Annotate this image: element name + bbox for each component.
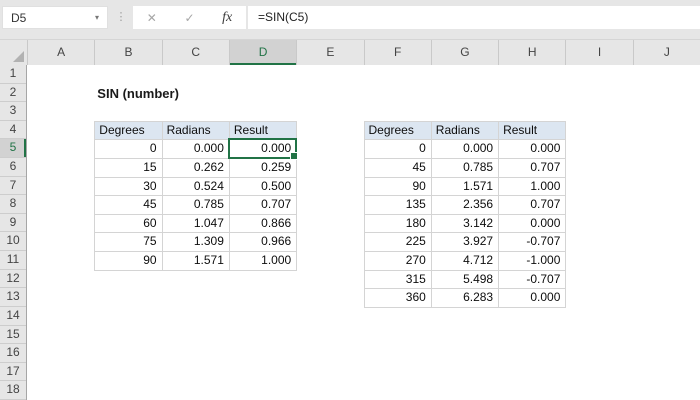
table-cell[interactable]: 1.571 bbox=[432, 178, 499, 197]
table-cell[interactable]: 225 bbox=[365, 233, 432, 252]
table-cell[interactable]: 1.047 bbox=[163, 215, 230, 234]
cancel-icon[interactable]: ✕ bbox=[137, 11, 167, 25]
table-cell[interactable]: -1.000 bbox=[499, 252, 566, 271]
select-all-corner[interactable] bbox=[0, 40, 27, 65]
table-cell[interactable]: 0.000 bbox=[432, 140, 499, 159]
row-header-5[interactable]: 5 bbox=[0, 139, 26, 158]
sin-table-0-360: DegreesRadiansResult00.0000.000450.7850.… bbox=[364, 121, 567, 308]
table-cell[interactable]: 0.000 bbox=[230, 140, 297, 159]
table-cell[interactable]: 0.785 bbox=[163, 196, 230, 215]
table-cell[interactable]: 315 bbox=[365, 271, 432, 290]
row-header-1[interactable]: 1 bbox=[0, 65, 26, 84]
table-cell[interactable]: 0.000 bbox=[499, 215, 566, 234]
formula-buttons: ✕ ✓ fx bbox=[133, 6, 246, 29]
row-header-10[interactable]: 10 bbox=[0, 232, 26, 251]
table-header-cell[interactable]: Radians bbox=[163, 122, 230, 141]
row-header-2[interactable]: 2 bbox=[0, 84, 26, 103]
column-header-J[interactable]: J bbox=[633, 40, 700, 65]
table-cell[interactable]: 1.000 bbox=[230, 252, 297, 271]
row-header-14[interactable]: 14 bbox=[0, 307, 26, 326]
table-header-cell[interactable]: Degrees bbox=[95, 122, 162, 141]
table-cell[interactable]: 360 bbox=[365, 289, 432, 308]
table-cell[interactable]: 45 bbox=[365, 159, 432, 178]
row-headers: 123456789101112131415161718 bbox=[0, 65, 27, 400]
insert-function-icon[interactable]: fx bbox=[212, 10, 242, 26]
table-cell[interactable]: 2.356 bbox=[432, 196, 499, 215]
table-cell[interactable]: 1.571 bbox=[163, 252, 230, 271]
table-cell[interactable]: 0 bbox=[95, 140, 162, 159]
table-cell[interactable]: 0.707 bbox=[230, 196, 297, 215]
table-cell[interactable]: 6.283 bbox=[432, 289, 499, 308]
column-header-C[interactable]: C bbox=[162, 40, 229, 65]
column-header-F[interactable]: F bbox=[364, 40, 431, 65]
column-header-B[interactable]: B bbox=[94, 40, 161, 65]
table-cell[interactable]: 4.712 bbox=[432, 252, 499, 271]
table-cell[interactable]: 0.524 bbox=[163, 178, 230, 197]
more-options-icon[interactable]: ⋮ bbox=[114, 6, 128, 29]
name-box[interactable]: D5 ▾ bbox=[2, 6, 108, 29]
table-cell[interactable]: 30 bbox=[95, 178, 162, 197]
table-cell[interactable]: 3.927 bbox=[432, 233, 499, 252]
row-header-18[interactable]: 18 bbox=[0, 381, 26, 400]
column-header-D[interactable]: D bbox=[229, 40, 296, 65]
table-cell[interactable]: 270 bbox=[365, 252, 432, 271]
table-cell[interactable]: 0.259 bbox=[230, 159, 297, 178]
column-header-E[interactable]: E bbox=[296, 40, 363, 65]
column-headers: ABCDEFGHIJ bbox=[0, 39, 700, 66]
table-cell[interactable]: 0.707 bbox=[499, 159, 566, 178]
table-cell[interactable]: 0.262 bbox=[163, 159, 230, 178]
table-cell[interactable]: 135 bbox=[365, 196, 432, 215]
name-box-dropdown-icon[interactable]: ▾ bbox=[87, 13, 107, 22]
row-header-4[interactable]: 4 bbox=[0, 121, 26, 140]
sin-table-0-90: DegreesRadiansResult00.0000.000150.2620.… bbox=[94, 121, 297, 271]
table-cell[interactable]: 180 bbox=[365, 215, 432, 234]
table-cell[interactable]: 90 bbox=[365, 178, 432, 197]
row-header-15[interactable]: 15 bbox=[0, 326, 26, 345]
column-header-I[interactable]: I bbox=[565, 40, 632, 65]
row-header-17[interactable]: 17 bbox=[0, 363, 26, 382]
row-header-7[interactable]: 7 bbox=[0, 177, 26, 196]
table-cell[interactable]: 0.000 bbox=[499, 140, 566, 159]
table-cell[interactable]: 0.785 bbox=[432, 159, 499, 178]
table-cell[interactable]: 60 bbox=[95, 215, 162, 234]
table-header-cell[interactable]: Result bbox=[499, 122, 566, 141]
table-cell[interactable]: 3.142 bbox=[432, 215, 499, 234]
table-cell[interactable]: 15 bbox=[95, 159, 162, 178]
fill-handle[interactable] bbox=[290, 152, 298, 160]
table-cell[interactable]: 75 bbox=[95, 233, 162, 252]
row-header-13[interactable]: 13 bbox=[0, 288, 26, 307]
table-cell[interactable]: 1.000 bbox=[499, 178, 566, 197]
table-header-cell[interactable]: Degrees bbox=[365, 122, 432, 141]
row-header-8[interactable]: 8 bbox=[0, 195, 26, 214]
formula-input[interactable]: =SIN(C5) bbox=[248, 6, 700, 29]
table-cell[interactable]: 0.000 bbox=[499, 289, 566, 308]
row-header-9[interactable]: 9 bbox=[0, 214, 26, 233]
enter-icon[interactable]: ✓ bbox=[174, 11, 204, 25]
table-cell[interactable]: 0 bbox=[365, 140, 432, 159]
table-cell[interactable]: 0.966 bbox=[230, 233, 297, 252]
row-header-12[interactable]: 12 bbox=[0, 270, 26, 289]
table-cell[interactable]: 0.707 bbox=[499, 196, 566, 215]
name-box-value: D5 bbox=[3, 11, 87, 25]
table-cell[interactable]: 45 bbox=[95, 196, 162, 215]
column-header-A[interactable]: A bbox=[27, 40, 94, 65]
table-cell[interactable]: 5.498 bbox=[432, 271, 499, 290]
table-cell[interactable]: 90 bbox=[95, 252, 162, 271]
column-header-H[interactable]: H bbox=[498, 40, 565, 65]
table-cell[interactable]: -0.707 bbox=[499, 271, 566, 290]
row-header-3[interactable]: 3 bbox=[0, 102, 26, 121]
table-cell[interactable]: -0.707 bbox=[499, 233, 566, 252]
row-header-6[interactable]: 6 bbox=[0, 158, 26, 177]
column-header-G[interactable]: G bbox=[431, 40, 498, 65]
table-header-cell[interactable]: Radians bbox=[432, 122, 499, 141]
table-cell[interactable]: 0.000 bbox=[163, 140, 230, 159]
table-cell[interactable]: 1.309 bbox=[163, 233, 230, 252]
table-cell[interactable]: 0.500 bbox=[230, 178, 297, 197]
table-cell[interactable]: 0.866 bbox=[230, 215, 297, 234]
table-header-cell[interactable]: Result bbox=[230, 122, 297, 141]
row-header-16[interactable]: 16 bbox=[0, 344, 26, 363]
row-header-11[interactable]: 11 bbox=[0, 251, 26, 270]
